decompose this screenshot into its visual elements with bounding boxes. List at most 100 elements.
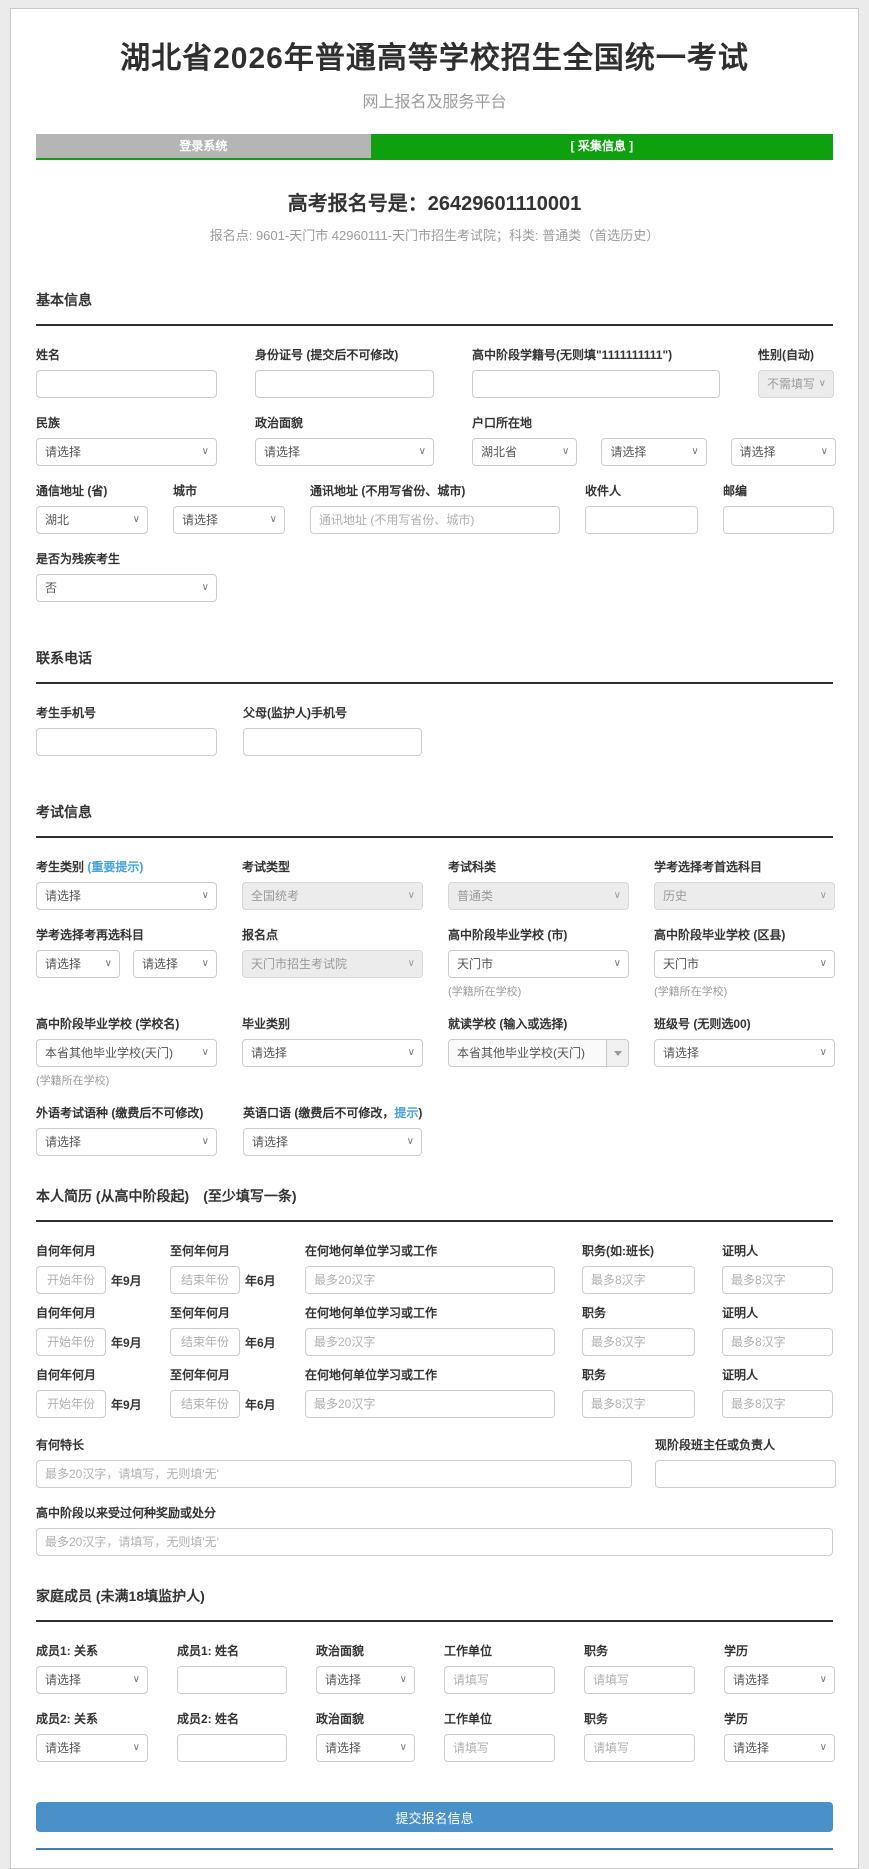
important-notice-link[interactable]: (重要提示) [87,860,143,874]
tab-bar: 登录系统 [ 采集信息 ] [36,134,833,160]
hukou-city-select[interactable]: 请选择 [601,438,706,466]
exam-class-select: 普通类 [448,882,629,910]
specialty-input[interactable] [36,1460,632,1488]
resume-where-label: 在何地何单位学习或工作 [305,1242,555,1259]
member2-relation-select[interactable]: 请选择 [36,1734,148,1762]
school-district-select[interactable]: 天门市 [654,950,835,978]
resume-3-witness-input[interactable] [722,1390,833,1418]
field-resume-2-from: 自何年何月 年9月 [36,1304,143,1356]
resume-3-to-year-input[interactable] [170,1390,240,1418]
candidate-category-select[interactable]: 请选择 [36,882,217,910]
school-name-select[interactable]: 本省其他毕业学校(天门) [36,1039,217,1067]
exam-row-3: 高中阶段毕业学校 (学校名) 本省其他毕业学校(天门) (学籍所在学校) 毕业类… [36,1015,833,1088]
foreign-language-select[interactable]: 请选择 [36,1128,217,1156]
field-name: 姓名 [36,346,217,398]
hukou-province-select[interactable]: 湖北省 [472,438,577,466]
field-hukou-location: 户口所在地 湖北省 请选择 请选择 [472,414,836,466]
resume-to-label: 至何年何月 [170,1304,278,1321]
student-number-input[interactable] [472,370,720,398]
resume-2-from-year-input[interactable] [36,1328,106,1356]
graduation-type-select[interactable]: 请选择 [242,1039,423,1067]
member1-relation-select[interactable]: 请选择 [36,1666,148,1694]
recipient-input[interactable] [585,506,698,534]
tab-collect-info[interactable]: [ 采集信息 ] [371,134,833,158]
member2-duty-input[interactable] [584,1734,695,1762]
member1-name-label: 成员1: 姓名 [177,1642,287,1659]
exam-row-2: 学考选择考再选科目 请选择 请选择 报名点 天门市招生考试院 高中阶段毕业学校 … [36,926,833,999]
gender-label: 性别(自动) [758,346,834,363]
field-awards: 高中阶段以来受过何种奖励或处分 [36,1504,833,1556]
recipient-label: 收件人 [585,482,698,499]
resume-1-to-year-input[interactable] [170,1266,240,1294]
resume-2-where-input[interactable] [305,1328,555,1356]
foreign-language-label: 外语考试语种 (缴费后不可修改) [36,1104,217,1121]
political-status-select[interactable]: 请选择 [255,438,434,466]
field-id-card: 身份证号 (提交后不可修改) [255,346,434,398]
mail-address-input[interactable] [310,506,560,534]
hukou-district-select[interactable]: 请选择 [731,438,836,466]
resume-2-to-year-input[interactable] [170,1328,240,1356]
basic-info-section: 基本信息 姓名 身份证号 (提交后不可修改) 高中阶段学籍号(无则填"11111… [36,290,833,602]
field-mail-province: 通信地址 (省) 湖北 [36,482,148,534]
member1-duty-input[interactable] [584,1666,695,1694]
resume-1-where-input[interactable] [305,1266,555,1294]
member2-politics-select[interactable]: 请选择 [316,1734,415,1762]
postcode-label: 邮编 [723,482,834,499]
member2-workplace-input[interactable] [444,1734,555,1762]
submit-registration-button[interactable]: 提交报名信息 [36,1802,833,1832]
id-card-input[interactable] [255,370,434,398]
member1-workplace-input[interactable] [444,1666,555,1694]
family-section: 家庭成员 (未满18填监护人) 成员1: 关系 请选择 成员1: 姓名 政治面貌… [36,1586,833,1762]
attend-school-combobox[interactable]: 本省其他毕业学校(天门) [448,1039,629,1067]
school-name-helper: (学籍所在学校) [36,1072,217,1088]
resume-3-duty-input[interactable] [582,1390,695,1418]
parent-phone-input[interactable] [243,728,422,756]
resume-2-duty-input[interactable] [582,1328,695,1356]
field-member1-relation: 成员1: 关系 请选择 [36,1642,148,1694]
school-city-select[interactable]: 天门市 [448,950,629,978]
resume-row-1: 自何年何月 年9月 至何年何月 年6月 在何地何单位学习或工作 职务(如:班长) [36,1242,833,1294]
resume-duty-label: 职务 [582,1366,695,1383]
resume-1-duty-input[interactable] [582,1266,695,1294]
resume-1-witness-input[interactable] [722,1266,833,1294]
member2-duty-label: 职务 [584,1710,695,1727]
resume-duty-label: 职务(如:班长) [582,1242,695,1259]
field-member2-name: 成员2: 姓名 [177,1710,287,1762]
disability-select[interactable]: 否 [36,574,217,602]
page-subtitle: 网上报名及服务平台 [36,88,833,112]
field-candidate-category: 考生类别 (重要提示) 请选择 [36,858,217,910]
mail-city-select[interactable]: 请选择 [173,506,285,534]
combo-dropdown-icon[interactable] [606,1040,628,1066]
student-phone-input[interactable] [36,728,217,756]
field-member2-education: 学历 请选择 [724,1710,835,1762]
member1-name-input[interactable] [177,1666,287,1694]
member2-education-select[interactable]: 请选择 [724,1734,835,1762]
awards-input[interactable] [36,1528,833,1556]
tab-login-system[interactable]: 登录系统 [36,134,371,158]
resume-2-witness-input[interactable] [722,1328,833,1356]
resume-where-label: 在何地何单位学习或工作 [305,1304,555,1321]
head-teacher-input[interactable] [655,1460,836,1488]
field-mail-city: 城市 请选择 [173,482,285,534]
second-subject-1-select[interactable]: 请选择 [36,950,120,978]
resume-3-from-year-input[interactable] [36,1390,106,1418]
postcode-input[interactable] [723,506,834,534]
resume-1-from-year-input[interactable] [36,1266,106,1294]
mail-province-select[interactable]: 湖北 [36,506,148,534]
resume-3-where-input[interactable] [305,1390,555,1418]
class-number-select[interactable]: 请选择 [654,1039,835,1067]
field-resume-1-duty: 职务(如:班长) [582,1242,695,1294]
field-disability: 是否为残疾考生 否 [36,550,217,602]
name-input[interactable] [36,370,217,398]
second-subject-2-select[interactable]: 请选择 [133,950,217,978]
ethnicity-select[interactable]: 请选择 [36,438,217,466]
field-oral-english: 英语口语 (缴费后不可修改，提示) 请选择 [243,1104,422,1156]
member2-name-input[interactable] [177,1734,287,1762]
oral-english-tip-link[interactable]: 提示 [394,1106,418,1120]
member1-education-select[interactable]: 请选择 [724,1666,835,1694]
oral-english-select[interactable]: 请选择 [243,1128,422,1156]
member1-politics-select[interactable]: 请选择 [316,1666,415,1694]
field-school-name: 高中阶段毕业学校 (学校名) 本省其他毕业学校(天门) (学籍所在学校) [36,1015,217,1088]
field-member1-duty: 职务 [584,1642,695,1694]
field-member2-duty: 职务 [584,1710,695,1762]
